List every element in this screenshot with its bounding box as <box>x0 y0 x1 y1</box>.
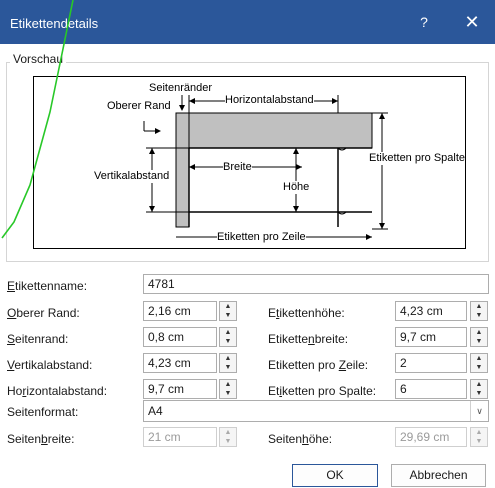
stepper-down-icon[interactable]: ▼ <box>220 337 236 346</box>
stepper-up-icon[interactable]: ▲ <box>220 354 236 363</box>
etiketten-pro-spalte-stepper[interactable]: ▲ ▼ <box>470 379 488 399</box>
stepper-down-icon[interactable]: ▼ <box>471 389 487 398</box>
label-preview: Seitenränder Oberer Rand Horizontalabsta… <box>33 76 466 249</box>
stepper-down-icon[interactable]: ▼ <box>220 389 236 398</box>
preview-label-etiketten-pro-spalte: Etiketten pro Spalte <box>369 152 466 165</box>
vertikalabstand-label: Vertikalabstand: <box>7 358 93 372</box>
seitenbreite-label: Seitenbreite: <box>7 432 75 446</box>
close-button[interactable]: ✕ <box>458 10 486 34</box>
stepper-down-icon[interactable]: ▼ <box>220 363 236 372</box>
stepper-up-icon[interactable]: ▲ <box>471 328 487 337</box>
stepper-up-icon[interactable]: ▲ <box>220 380 236 389</box>
preview-label-hoehe: Höhe <box>283 181 310 194</box>
stepper-down-icon[interactable]: ▼ <box>471 337 487 346</box>
seitenformat-label: Seitenformat: <box>7 405 79 419</box>
etiketten-pro-spalte-label: Etiketten pro Spalte: <box>268 384 377 398</box>
etikettenname-label: Etikettenname: <box>7 279 88 293</box>
etikettenhoehe-stepper[interactable]: ▲ ▼ <box>470 301 488 321</box>
etikettenbreite-label: Etikettenbreite: <box>268 332 349 346</box>
stepper-up-icon[interactable]: ▲ <box>471 380 487 389</box>
preview-label-vertikalabstand: Vertikalabstand <box>94 170 170 183</box>
seitenhoehe-stepper: ▲ ▼ <box>470 427 488 447</box>
seitenbreite-input <box>143 427 217 447</box>
etikettenbreite-input[interactable] <box>395 327 467 347</box>
preview-label-oberer-rand: Oberer Rand <box>107 100 171 113</box>
etiketten-pro-zeile-input[interactable] <box>395 353 467 373</box>
horizontalabstand-stepper[interactable]: ▲ ▼ <box>219 379 237 399</box>
preview-label-breite: Breite <box>223 161 252 174</box>
cancel-button[interactable]: Abbrechen <box>391 464 486 487</box>
seitenhoehe-input <box>395 427 467 447</box>
preview-group-label: Vorschau <box>10 52 67 66</box>
seitenrand-stepper[interactable]: ▲ ▼ <box>219 327 237 347</box>
vertikalabstand-input[interactable] <box>143 353 217 373</box>
preview-label-horizontalabstand: Horizontalabstand <box>225 94 314 107</box>
title-bar: Etikettendetails ? ✕ <box>0 0 495 44</box>
seitenformat-value: A4 <box>148 404 163 418</box>
horizontalabstand-input[interactable] <box>143 379 217 399</box>
stepper-down-icon: ▼ <box>475 438 483 445</box>
oberer-rand-stepper[interactable]: ▲ ▼ <box>219 301 237 321</box>
preview-label-seitenraender: Seitenränder <box>149 82 212 95</box>
etiketten-pro-spalte-input[interactable] <box>395 379 467 399</box>
stepper-down-icon[interactable]: ▼ <box>471 363 487 372</box>
seitenhoehe-label: Seitenhöhe: <box>268 432 333 446</box>
help-button[interactable]: ? <box>416 14 432 30</box>
ok-button[interactable]: OK <box>292 464 378 487</box>
stepper-up-icon: ▲ <box>475 429 483 436</box>
etikettenhoehe-input[interactable] <box>395 301 467 321</box>
stepper-up-icon: ▲ <box>224 429 232 436</box>
oberer-rand-input[interactable] <box>143 301 217 321</box>
horizontalabstand-label: Horizontalabstand: <box>7 384 108 398</box>
stepper-up-icon[interactable]: ▲ <box>220 328 236 337</box>
etiketten-pro-zeile-label: Etiketten pro Zeile: <box>268 358 369 372</box>
etikettenbreite-stepper[interactable]: ▲ ▼ <box>470 327 488 347</box>
etikettenname-input[interactable] <box>143 274 489 294</box>
window-title: Etikettendetails <box>10 16 99 31</box>
seitenrand-label: Seitenrand: <box>7 332 69 346</box>
stepper-down-icon[interactable]: ▼ <box>471 311 487 320</box>
stepper-down-icon: ▼ <box>224 438 232 445</box>
oberer-rand-label: Oberer Rand: <box>7 306 80 320</box>
seitenbreite-stepper: ▲ ▼ <box>219 427 237 447</box>
stepper-down-icon[interactable]: ▼ <box>220 311 236 320</box>
stepper-up-icon[interactable]: ▲ <box>471 354 487 363</box>
preview-label-etiketten-pro-zeile: Etiketten pro Zeile <box>217 231 306 244</box>
chevron-down-icon[interactable]: ∨ <box>470 401 488 421</box>
etikettenhoehe-label: Etikettenhöhe: <box>268 306 345 320</box>
seitenrand-input[interactable] <box>143 327 217 347</box>
seitenformat-select[interactable]: A4 ∨ <box>143 400 489 422</box>
stepper-up-icon[interactable]: ▲ <box>471 302 487 311</box>
vertikalabstand-stepper[interactable]: ▲ ▼ <box>219 353 237 373</box>
stepper-up-icon[interactable]: ▲ <box>220 302 236 311</box>
etiketten-pro-zeile-stepper[interactable]: ▲ ▼ <box>470 353 488 373</box>
